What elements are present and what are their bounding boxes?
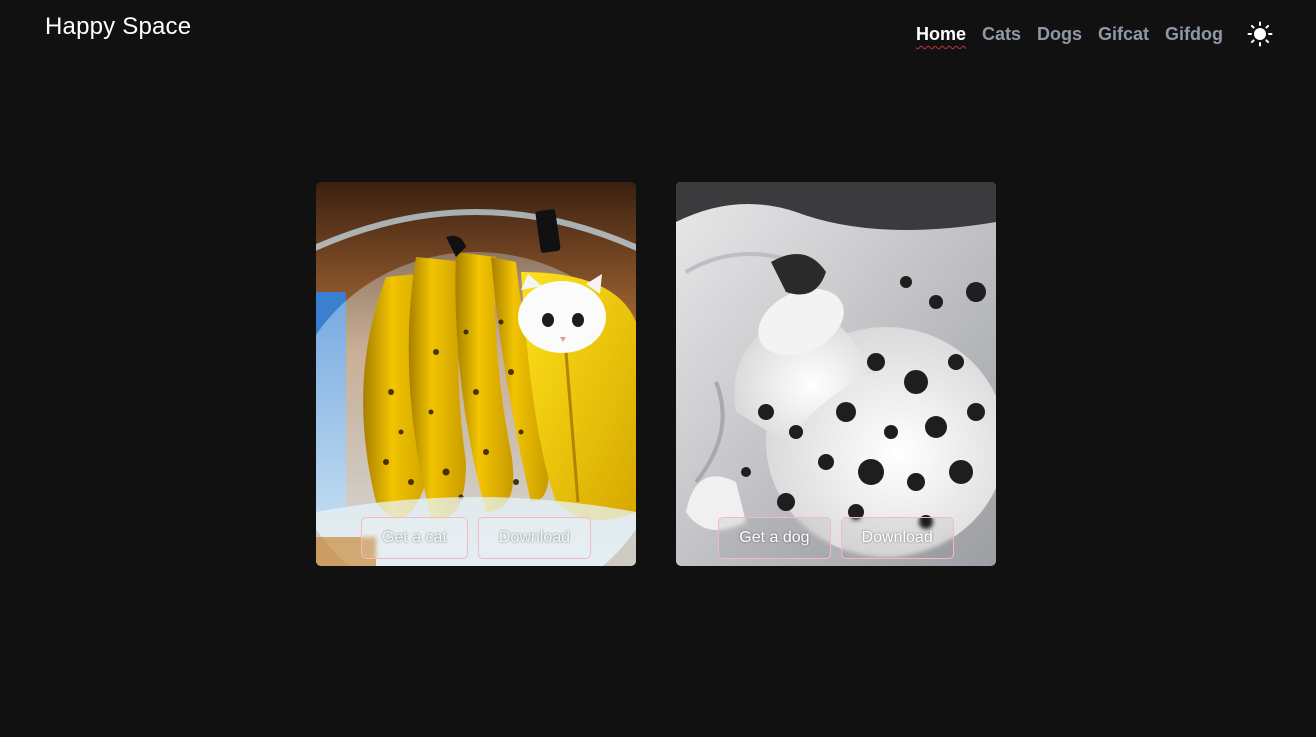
dog-photo — [676, 182, 996, 566]
dog-card: Get a dog Download — [676, 182, 996, 566]
sun-icon[interactable] — [1247, 21, 1273, 47]
cat-card-actions: Get a cat Download — [316, 517, 636, 559]
main-nav: Home Cats Dogs Gifcat Gifdog — [916, 21, 1273, 47]
download-dog-button[interactable]: Download — [840, 517, 954, 559]
dog-card-actions: Get a dog Download — [676, 517, 996, 559]
get-cat-button[interactable]: Get a cat — [360, 517, 468, 559]
nav-gifcat[interactable]: Gifcat — [1098, 22, 1149, 46]
nav-cats[interactable]: Cats — [982, 22, 1021, 46]
nav-home[interactable]: Home — [916, 22, 966, 46]
page: Happy Space Home Cats Dogs Gifcat Gifdog — [0, 0, 1316, 737]
download-cat-button[interactable]: Download — [477, 517, 592, 559]
nav-gifdog[interactable]: Gifdog — [1165, 22, 1223, 46]
get-dog-button[interactable]: Get a dog — [718, 517, 831, 559]
site-title[interactable]: Happy Space — [45, 13, 191, 41]
nav-dogs[interactable]: Dogs — [1037, 22, 1082, 46]
cat-photo — [316, 182, 636, 566]
cat-card: Get a cat Download — [316, 182, 636, 566]
